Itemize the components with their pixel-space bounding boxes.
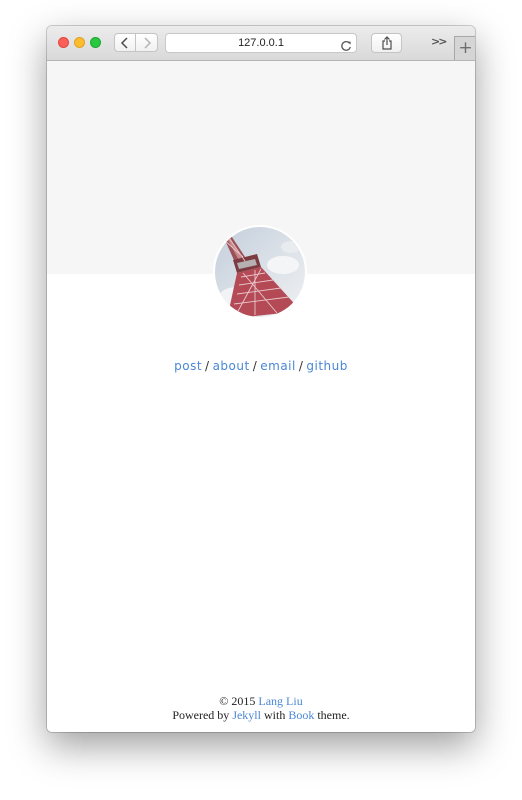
footer-powered-line: Powered by Jekyll with Book theme. [47,708,475,722]
theme-text: theme. [317,708,350,722]
jekyll-link[interactable]: Jekyll [232,708,261,722]
share-button[interactable] [371,33,402,53]
share-icon [381,36,392,50]
powered-by-text: Powered by [172,708,230,722]
book-theme-link[interactable]: Book [288,708,314,722]
footer: © 2015 Lang Liu Powered by Jekyll with B… [47,694,475,722]
with-text: with [263,708,286,722]
back-button[interactable] [114,33,136,52]
footer-copyright-line: © 2015 Lang Liu [47,694,475,708]
address-bar[interactable]: 127.0.0.1 [165,33,357,53]
plus-icon: + [458,38,473,58]
close-window-button[interactable] [58,37,69,48]
chevron-left-icon [120,36,128,49]
nav-link-about[interactable]: about [213,359,250,373]
site-nav: post / about / email / github [47,359,475,373]
avatar-photo [215,227,305,317]
chevron-right-icon [143,36,151,49]
reload-button[interactable] [340,37,352,56]
author-link[interactable]: Lang Liu [258,694,302,708]
nav-separator: / [298,359,304,373]
forward-button[interactable] [136,33,158,52]
nav-link-email[interactable]: email [260,359,296,373]
browser-toolbar: 127.0.0.1 >> + [47,26,475,61]
page-content: post / about / email / github © 2015 Lang Liu … [47,61,475,732]
nav-separator: / [252,359,258,373]
nav-link-github[interactable]: github [306,359,347,373]
copyright-text: © 2015 [219,694,256,708]
minimize-window-button[interactable] [74,37,85,48]
address-url: 127.0.0.1 [238,37,284,49]
browser-window: 127.0.0.1 >> + post / about / email / gi… [47,26,475,732]
toolbar-overflow-button[interactable]: >> [431,35,448,48]
zoom-window-button[interactable] [90,37,101,48]
nav-link-post[interactable]: post [174,359,202,373]
new-tab-button[interactable]: + [454,36,475,60]
nav-separator: / [205,359,210,373]
reload-icon [341,41,351,51]
double-chevron-icon: >> [431,35,448,48]
avatar [215,227,305,317]
